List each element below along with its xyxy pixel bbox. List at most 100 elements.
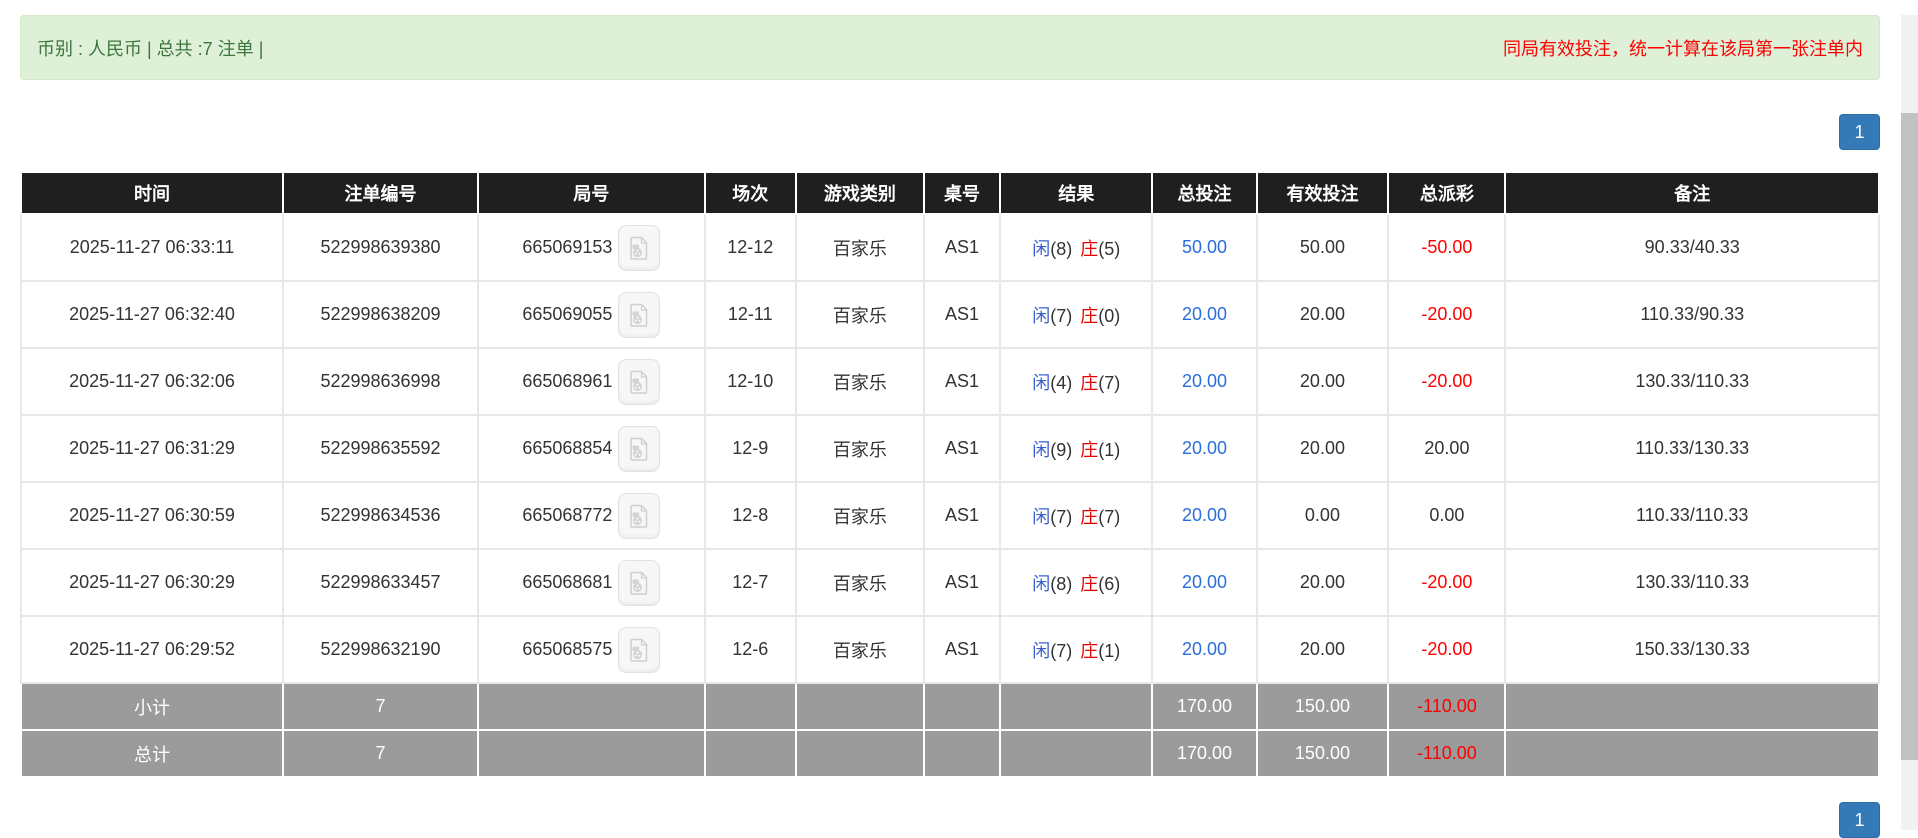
player-label: 闲 bbox=[1032, 640, 1051, 661]
banker-score: (6) bbox=[1098, 573, 1121, 594]
player-label: 闲 bbox=[1032, 372, 1051, 393]
vertical-scrollbar-thumb[interactable] bbox=[1901, 113, 1918, 760]
player-label: 闲 bbox=[1032, 439, 1051, 460]
col-header-bet-no: 注单编号 bbox=[281, 171, 480, 215]
session-number: 12-10 bbox=[703, 347, 797, 416]
bet-number: 522998636998 bbox=[281, 347, 480, 416]
table-row: 2025-11-27 06:30:59 522998634536 6650687… bbox=[20, 481, 1880, 550]
film-icon bbox=[630, 370, 648, 394]
player-label: 闲 bbox=[1032, 305, 1051, 326]
subtotal-total-bet: 170.00 bbox=[1151, 682, 1258, 731]
payout-amount: -20.00 bbox=[1387, 280, 1507, 349]
valid-bet-amount: 20.00 bbox=[1255, 548, 1390, 617]
remark: 130.33/110.33 bbox=[1504, 548, 1880, 617]
bet-number: 522998635592 bbox=[281, 414, 480, 483]
banker-label: 庄 bbox=[1080, 439, 1099, 460]
banker-label: 庄 bbox=[1080, 506, 1099, 527]
round-number: 665069153 bbox=[522, 237, 613, 257]
bet-number: 522998634536 bbox=[281, 481, 480, 550]
player-score: (4) bbox=[1050, 372, 1073, 393]
table-number: AS1 bbox=[922, 280, 1002, 349]
session-number: 12-6 bbox=[703, 615, 797, 684]
game-type: 百家乐 bbox=[794, 347, 925, 416]
subtotal-count: 7 bbox=[281, 682, 480, 731]
game-result: 闲(8) 庄(5) bbox=[999, 213, 1154, 282]
table-row: 2025-11-27 06:29:52 522998632190 6650685… bbox=[20, 615, 1880, 684]
round-number: 665069055 bbox=[522, 304, 613, 324]
banker-label: 庄 bbox=[1080, 238, 1099, 259]
valid-bet-amount: 0.00 bbox=[1255, 481, 1390, 550]
video-replay-button[interactable] bbox=[618, 358, 661, 405]
video-replay-button[interactable] bbox=[618, 559, 661, 606]
subtotal-row: 小计 7 170.00 150.00 -110.00 bbox=[20, 682, 1880, 731]
total-bet-link[interactable]: 20.00 bbox=[1182, 304, 1227, 324]
valid-bet-amount: 20.00 bbox=[1255, 615, 1390, 684]
remark: 150.33/130.33 bbox=[1504, 615, 1880, 684]
bet-number: 522998632190 bbox=[281, 615, 480, 684]
total-bet-link[interactable]: 50.00 bbox=[1182, 237, 1227, 257]
player-label: 闲 bbox=[1032, 506, 1051, 527]
total-bet-link[interactable]: 20.00 bbox=[1182, 371, 1227, 391]
remark: 110.33/130.33 bbox=[1504, 414, 1880, 483]
total-payout: -110.00 bbox=[1387, 729, 1507, 778]
session-number: 12-7 bbox=[703, 548, 797, 617]
video-replay-button[interactable] bbox=[618, 492, 661, 539]
total-bet-link[interactable]: 20.00 bbox=[1182, 505, 1227, 525]
col-header-remark: 备注 bbox=[1504, 171, 1880, 215]
pagination-top: 1 bbox=[20, 114, 1880, 150]
banker-label: 庄 bbox=[1080, 573, 1099, 594]
player-score: (7) bbox=[1050, 506, 1073, 527]
session-number: 12-11 bbox=[703, 280, 797, 349]
session-number: 12-12 bbox=[703, 213, 797, 282]
film-icon bbox=[630, 303, 648, 327]
valid-bet-notice-text: 同局有效投注，统一计算在该局第一张注单内 bbox=[1503, 38, 1863, 59]
banker-label: 庄 bbox=[1080, 305, 1099, 326]
table-row: 2025-11-27 06:32:40 522998638209 6650690… bbox=[20, 280, 1880, 349]
currency-summary-text: 币别 : 人民币 | 总共 :7 注单 | bbox=[37, 38, 264, 59]
payout-amount: -20.00 bbox=[1387, 548, 1507, 617]
video-replay-button[interactable] bbox=[618, 626, 661, 673]
payout-amount: -20.00 bbox=[1387, 615, 1507, 684]
page-1-button-bottom[interactable]: 1 bbox=[1839, 802, 1880, 838]
payout-amount: 0.00 bbox=[1387, 481, 1507, 550]
game-type: 百家乐 bbox=[794, 548, 925, 617]
total-valid-bet: 150.00 bbox=[1255, 729, 1390, 778]
round-number: 665068961 bbox=[522, 371, 613, 391]
film-icon bbox=[630, 236, 648, 260]
bet-number: 522998639380 bbox=[281, 213, 480, 282]
payout-amount: -20.00 bbox=[1387, 347, 1507, 416]
banker-score: (5) bbox=[1098, 238, 1121, 259]
valid-bet-amount: 20.00 bbox=[1255, 280, 1390, 349]
valid-bet-amount: 20.00 bbox=[1255, 414, 1390, 483]
table-number: AS1 bbox=[922, 615, 1002, 684]
game-type: 百家乐 bbox=[794, 213, 925, 282]
game-type: 百家乐 bbox=[794, 615, 925, 684]
total-bet-link[interactable]: 20.00 bbox=[1182, 572, 1227, 592]
total-bet-link[interactable]: 20.00 bbox=[1182, 438, 1227, 458]
table-number: AS1 bbox=[922, 548, 1002, 617]
page-1-button[interactable]: 1 bbox=[1839, 114, 1880, 150]
banker-score: (0) bbox=[1098, 305, 1121, 326]
total-bet-link[interactable]: 20.00 bbox=[1182, 639, 1227, 659]
player-score: (8) bbox=[1050, 573, 1073, 594]
video-replay-button[interactable] bbox=[618, 425, 661, 472]
video-replay-button[interactable] bbox=[618, 291, 661, 338]
table-row: 2025-11-27 06:31:29 522998635592 6650688… bbox=[20, 414, 1880, 483]
valid-bet-amount: 50.00 bbox=[1255, 213, 1390, 282]
total-label: 总计 bbox=[20, 729, 284, 778]
player-score: (7) bbox=[1050, 305, 1073, 326]
col-header-valid-bet: 有效投注 bbox=[1255, 171, 1390, 215]
banker-score: (1) bbox=[1098, 439, 1121, 460]
film-icon bbox=[630, 437, 648, 461]
payout-amount: -50.00 bbox=[1387, 213, 1507, 282]
summary-banner: 币别 : 人民币 | 总共 :7 注单 | 同局有效投注，统一计算在该局第一张注… bbox=[20, 15, 1880, 80]
col-header-result: 结果 bbox=[999, 171, 1154, 215]
film-icon bbox=[630, 571, 648, 595]
session-number: 12-8 bbox=[703, 481, 797, 550]
film-icon bbox=[630, 504, 648, 528]
bet-time: 2025-11-27 06:29:52 bbox=[20, 615, 284, 684]
banker-label: 庄 bbox=[1080, 640, 1099, 661]
video-replay-button[interactable] bbox=[618, 224, 661, 271]
game-type: 百家乐 bbox=[794, 280, 925, 349]
player-label: 闲 bbox=[1032, 238, 1051, 259]
